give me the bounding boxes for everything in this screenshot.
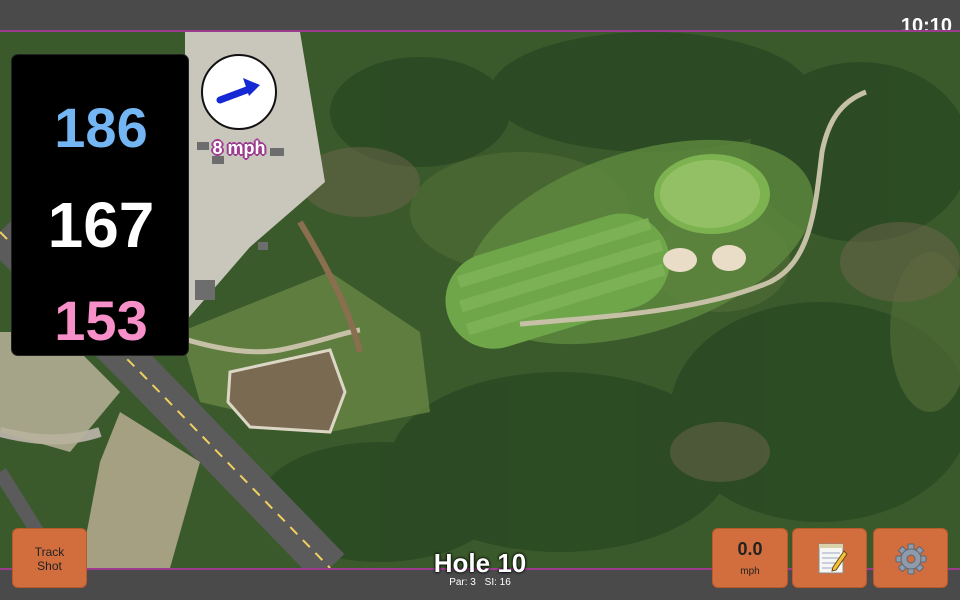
hole-par: Par: 3 (449, 577, 476, 588)
hole-title: Hole 10 (433, 548, 527, 578)
hole-stroke-index: SI: 16 (484, 577, 511, 588)
wind-speed: 8 mph (212, 138, 266, 158)
track-shot-label-line1: Track (34, 545, 65, 559)
back-distance: 186 (54, 96, 148, 159)
track-shot-label-line2: Shot (37, 559, 62, 573)
speed-unit: mph (740, 566, 760, 577)
speed-value: 0.0 (737, 539, 763, 559)
notes-button[interactable] (792, 528, 867, 588)
front-distance: 153 (54, 289, 148, 352)
track-shot-button[interactable]: Track Shot (12, 528, 87, 588)
gear-icon (895, 543, 927, 575)
wind-direction-arrow-icon (216, 78, 260, 104)
top-status-bar: 10:10 (0, 0, 960, 37)
satellite-map[interactable]: 186 167 153 8 mph (0, 30, 960, 570)
distance-panel: 186 167 153 (11, 54, 189, 356)
hole-meta: Par: 3 SI: 16 (400, 577, 560, 588)
speed-button[interactable]: 0.0 mph (712, 528, 788, 588)
settings-button[interactable] (873, 528, 948, 588)
wind-indicator (201, 54, 277, 130)
middle-distance: 167 (47, 189, 155, 261)
notepad-icon (818, 543, 848, 574)
